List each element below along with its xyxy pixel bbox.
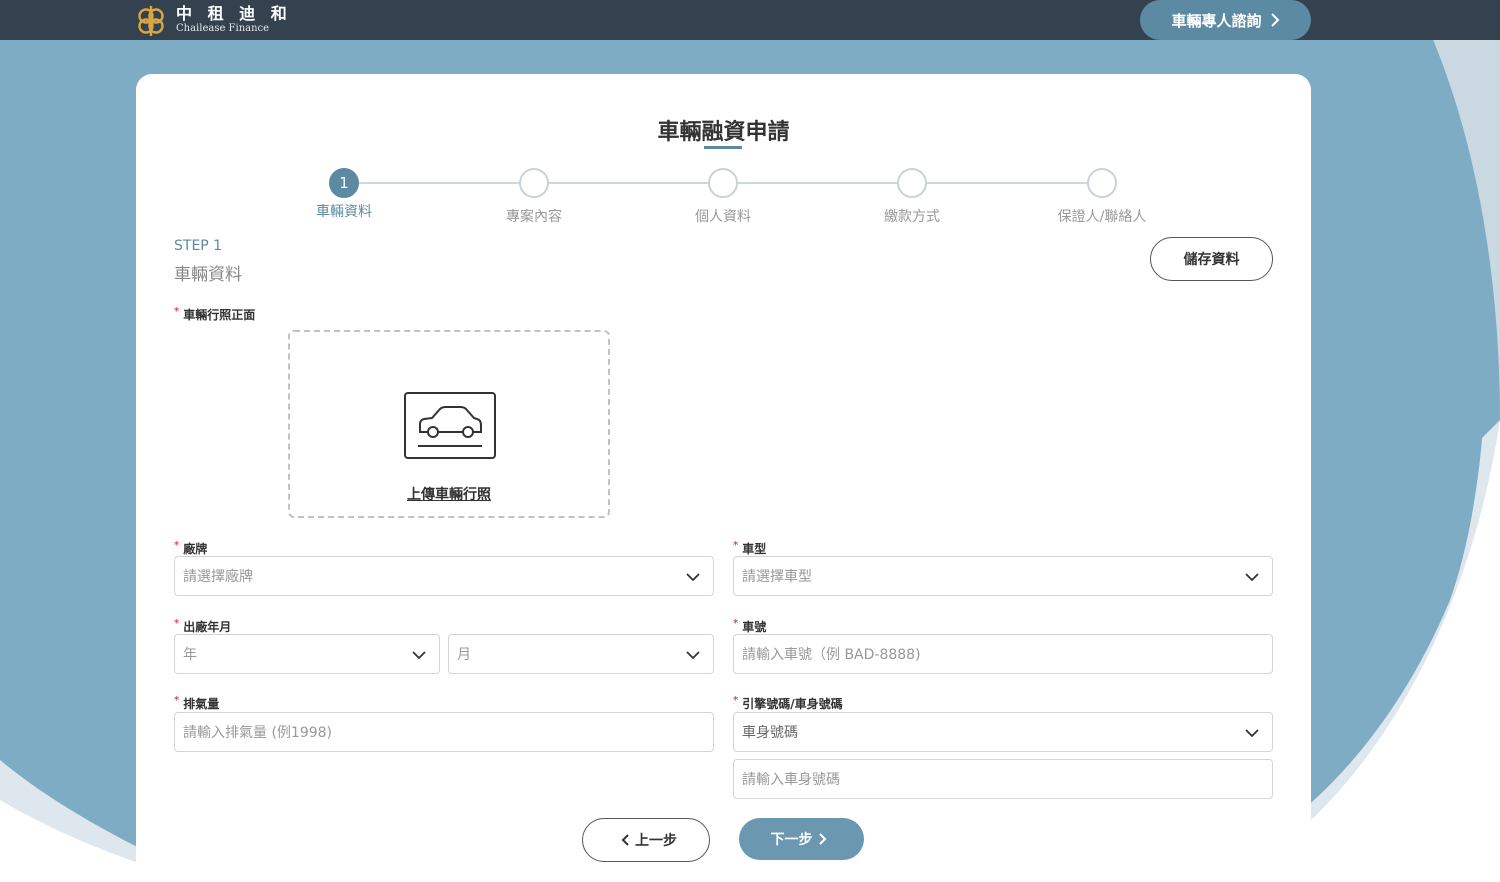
chevron-right-icon <box>1270 13 1279 27</box>
model-select[interactable]: 請選擇車型 <box>733 556 1273 596</box>
top-nav-bar: 中 租 迪 和 Chailease Finance 車輛專人諮詢 <box>0 0 1500 40</box>
body-number-input-placeholder: 請輸入車身號碼 <box>742 772 840 788</box>
step-circle <box>897 168 927 198</box>
step-circle <box>519 168 549 198</box>
required-mark: * <box>733 540 739 551</box>
displacement-input-placeholder: 請輸入排氣量 (例1998) <box>183 725 333 741</box>
chevron-right-icon <box>818 833 826 845</box>
upload-license-link[interactable]: 上傳車輛行照 <box>290 484 608 504</box>
section-step-number: STEP 1 <box>174 238 223 254</box>
next-step-button[interactable]: 下一步 <box>739 818 864 860</box>
month-select-value: 月 <box>457 647 471 663</box>
displacement-label: * 排氣量 <box>174 695 219 712</box>
next-step-label: 下一步 <box>770 832 813 848</box>
application-form-card: 車輛融資申請 1 車輛資料 專案內容 個人資料 繳款方式 保證人/聯絡人 STE… <box>136 74 1311 882</box>
logo-chinese-name: 中 租 迪 和 <box>176 4 292 23</box>
step-circle <box>1087 168 1117 198</box>
brand-select[interactable]: 請選擇廠牌 <box>174 556 714 596</box>
logo-english-name: Chailease Finance <box>176 23 270 34</box>
brand-label-text: 廠牌 <box>183 542 208 556</box>
number-type-select[interactable]: 車身號碼 <box>733 712 1273 752</box>
title-underline <box>704 146 742 149</box>
vehicle-consult-button[interactable]: 車輛專人諮詢 <box>1140 0 1311 40</box>
chevron-down-icon <box>686 651 700 660</box>
model-label: * 車型 <box>733 540 766 557</box>
required-mark: * <box>174 618 180 629</box>
year-month-label-text: 出廠年月 <box>183 620 232 634</box>
upload-license-dropzone[interactable]: 上傳車輛行照 <box>288 330 610 518</box>
license-label: * 車輛行照正面 <box>174 306 255 323</box>
car-icon <box>404 392 496 459</box>
year-select-value: 年 <box>183 647 197 663</box>
license-label-text: 車輛行照正面 <box>183 308 256 322</box>
body-number-input[interactable]: 請輸入車身號碼 <box>733 759 1273 799</box>
step-personal-info: 個人資料 <box>663 168 783 226</box>
required-mark: * <box>733 618 739 629</box>
step-circle: 1 <box>329 168 359 198</box>
step-vehicle-info: 1 車輛資料 <box>284 168 404 221</box>
year-select[interactable]: 年 <box>174 634 440 674</box>
engine-body-number-label-text: 引擎號碼/車身號碼 <box>742 697 843 711</box>
required-mark: * <box>174 306 180 317</box>
step-plan-content: 專案內容 <box>474 168 594 226</box>
brand-logo[interactable]: 中 租 迪 和 Chailease Finance <box>134 2 292 38</box>
brand-label: * 廠牌 <box>174 540 207 557</box>
step-guarantor-contact: 保證人/聯絡人 <box>1042 168 1162 226</box>
required-mark: * <box>174 540 180 551</box>
model-select-value: 請選擇車型 <box>742 569 812 585</box>
step-label: 繳款方式 <box>884 209 940 225</box>
chevron-down-icon <box>412 651 426 660</box>
step-label: 車輛資料 <box>316 204 372 220</box>
displacement-label-text: 排氣量 <box>183 697 220 711</box>
engine-body-number-label: * 引擎號碼/車身號碼 <box>733 695 843 712</box>
previous-step-label: 上一步 <box>635 833 677 849</box>
section-title: 車輛資料 <box>174 265 242 285</box>
year-month-label: * 出廠年月 <box>174 618 231 635</box>
required-mark: * <box>733 695 739 706</box>
model-label-text: 車型 <box>742 542 767 556</box>
step-circle <box>708 168 738 198</box>
displacement-input[interactable]: 請輸入排氣量 (例1998) <box>174 712 714 752</box>
brand-select-value: 請選擇廠牌 <box>183 569 253 585</box>
page-title: 車輛融資申請 <box>657 120 790 145</box>
chevron-down-icon <box>686 573 700 582</box>
chailease-logo-icon <box>138 6 164 36</box>
plate-label: * 車號 <box>733 618 766 635</box>
step-label: 個人資料 <box>695 209 751 225</box>
required-mark: * <box>174 695 180 706</box>
step-payment-method: 繳款方式 <box>852 168 972 226</box>
plate-input-placeholder: 請輸入車號（例 BAD-8888) <box>742 647 921 663</box>
chevron-down-icon <box>1245 573 1259 582</box>
vehicle-consult-label: 車輛專人諮詢 <box>1171 11 1262 30</box>
step-label: 保證人/聯絡人 <box>1057 209 1147 225</box>
number-type-select-value: 車身號碼 <box>742 725 798 741</box>
month-select[interactable]: 月 <box>448 634 714 674</box>
plate-input[interactable]: 請輸入車號（例 BAD-8888) <box>733 634 1273 674</box>
previous-step-button[interactable]: 上一步 <box>582 818 710 862</box>
save-data-button[interactable]: 儲存資料 <box>1150 237 1273 281</box>
chevron-left-icon <box>621 834 629 846</box>
plate-label-text: 車號 <box>742 620 767 634</box>
chevron-down-icon <box>1245 729 1259 738</box>
step-label: 專案內容 <box>506 209 562 225</box>
